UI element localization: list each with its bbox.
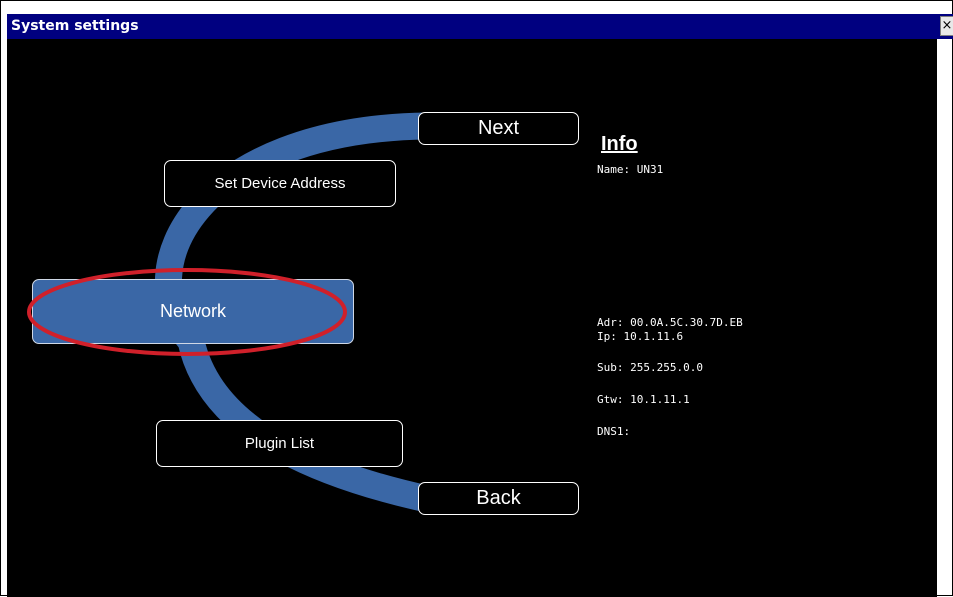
set-device-address-button[interactable]: Set Device Address	[164, 160, 396, 207]
mac-address: Adr: 00.0A.5C.30.7D.EB	[597, 316, 743, 329]
close-button[interactable]: ×	[940, 16, 953, 36]
window-title: System settings	[11, 18, 139, 34]
device-name: Name: UN31	[597, 163, 664, 176]
info-heading: Info	[601, 133, 638, 155]
back-button[interactable]: Back	[418, 482, 579, 515]
ip-address: Ip: 10.1.11.6	[597, 330, 684, 343]
plugin-list-button[interactable]: Plugin List	[156, 420, 403, 467]
network-button[interactable]: Network	[32, 279, 354, 344]
dns1: DNS1:	[597, 425, 631, 438]
settings-panel: Next Set Device Address Network Plugin L…	[7, 39, 937, 597]
system-settings-window: System settings × Next Set Device Addres…	[0, 0, 953, 597]
gateway: Gtw: 10.1.11.1	[597, 393, 690, 406]
title-bar: System settings ×	[7, 14, 953, 39]
next-button[interactable]: Next	[418, 112, 579, 145]
subnet-mask: Sub: 255.255.0.0	[597, 361, 703, 374]
